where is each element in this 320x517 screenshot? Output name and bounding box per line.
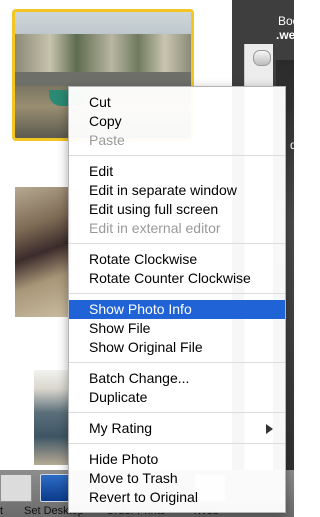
menu-item-label: Edit using full screen (89, 201, 219, 217)
menu-separator (69, 362, 285, 363)
thumbnail-road (15, 72, 191, 86)
menu-item-revert-to-original[interactable]: Revert to Original (69, 488, 285, 507)
menu-item-label: Batch Change... (89, 370, 190, 386)
menu-item-rotate-clockwise[interactable]: Rotate Clockwise (69, 250, 285, 269)
scrollbar-thumb[interactable] (253, 50, 271, 66)
menu-separator (69, 443, 285, 444)
menu-separator (69, 412, 285, 413)
menu-item-label: Show Original File (89, 339, 203, 355)
menu-item-show-file[interactable]: Show File (69, 319, 285, 338)
menu-item-hide-photo[interactable]: Hide Photo (69, 450, 285, 469)
menu-item-move-to-trash[interactable]: Move to Trash (69, 469, 285, 488)
menu-item-paste: Paste (69, 131, 285, 150)
menu-item-my-rating[interactable]: My Rating (69, 419, 285, 438)
menu-item-label: Rotate Counter Clockwise (89, 270, 251, 286)
menu-item-batch-change[interactable]: Batch Change... (69, 369, 285, 388)
menu-item-show-original-file[interactable]: Show Original File (69, 338, 285, 357)
right-pane-title: Boosh- (278, 14, 317, 28)
menu-separator (69, 293, 285, 294)
menu-item-label: Revert to Original (89, 489, 198, 505)
menu-item-label: Show File (89, 320, 151, 336)
menu-item-cut[interactable]: Cut (69, 93, 285, 112)
thumbnail-houses (15, 34, 191, 74)
menu-item-label: Rotate Clockwise (89, 251, 198, 267)
menu-item-edit-separate-window[interactable]: Edit in separate window (69, 181, 285, 200)
menu-item-label: Edit (89, 163, 114, 179)
menu-item-label: Copy (89, 113, 122, 129)
photo-image (15, 187, 71, 317)
menu-item-copy[interactable]: Copy (69, 112, 285, 131)
menu-item-label: Move to Trash (89, 470, 178, 486)
menu-item-label: Show Photo Info (89, 301, 192, 317)
photo-image (34, 370, 70, 465)
menu-item-edit-full-screen[interactable]: Edit using full screen (69, 200, 285, 219)
menu-item-label: Edit in external editor (89, 220, 221, 236)
menu-item-label: Paste (89, 132, 125, 148)
menu-item-label: Duplicate (89, 389, 148, 405)
photo-thumbnail[interactable] (34, 370, 70, 465)
photo-thumbnail[interactable] (15, 187, 71, 317)
submenu-arrow-icon (266, 424, 273, 434)
right-pane-partial-text: df (290, 138, 301, 152)
right-pane-link[interactable]: .webloc (276, 28, 320, 42)
menu-item-edit[interactable]: Edit (69, 162, 285, 181)
context-menu: Cut Copy Paste Edit Edit in separate win… (68, 86, 286, 513)
menu-separator (69, 155, 285, 156)
menu-item-label: Hide Photo (89, 451, 159, 467)
menu-item-duplicate[interactable]: Duplicate (69, 388, 285, 407)
menu-item-label: Cut (89, 94, 111, 110)
menu-item-label: My Rating (89, 420, 153, 436)
menu-separator (69, 243, 285, 244)
menu-item-rotate-counter-clockwise[interactable]: Rotate Counter Clockwise (69, 269, 285, 288)
menu-item-edit-external-editor: Edit in external editor (69, 219, 285, 238)
menu-item-show-photo-info[interactable]: Show Photo Info (69, 300, 285, 319)
menu-item-label: Edit in separate window (89, 182, 237, 198)
